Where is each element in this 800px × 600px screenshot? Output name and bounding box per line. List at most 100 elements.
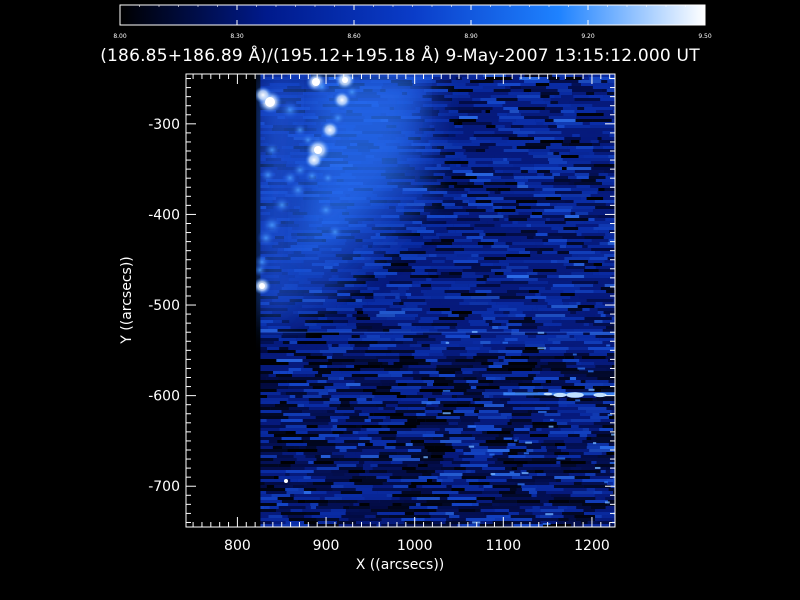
streak-cell bbox=[574, 170, 604, 173]
streak-cell bbox=[614, 332, 615, 335]
streak-cell bbox=[362, 305, 381, 308]
streak-cell bbox=[313, 461, 334, 464]
streak-cell bbox=[472, 503, 479, 506]
streak-cell bbox=[494, 425, 514, 428]
streak-cell bbox=[387, 506, 410, 509]
streak-cell bbox=[544, 173, 553, 176]
streak-cell bbox=[384, 368, 400, 371]
streak-cell bbox=[575, 212, 589, 215]
noise-speckle bbox=[472, 521, 481, 524]
streak-cell bbox=[370, 317, 387, 320]
streak-cell bbox=[569, 335, 575, 338]
streak-cell bbox=[306, 374, 315, 377]
streak-cell bbox=[552, 173, 560, 176]
streak-cell bbox=[499, 218, 505, 221]
streak-cell bbox=[269, 506, 279, 509]
streak-cell bbox=[494, 155, 511, 158]
streak-cell bbox=[282, 452, 297, 455]
streak-cell bbox=[367, 434, 397, 437]
streak-cell bbox=[590, 140, 599, 143]
streak-cell bbox=[391, 350, 415, 353]
streak-cell bbox=[260, 338, 279, 341]
streak-cell bbox=[523, 260, 551, 263]
streak-cell bbox=[483, 251, 509, 254]
streak-cell bbox=[321, 335, 352, 338]
streak-cell bbox=[528, 152, 548, 155]
streak-cell bbox=[494, 311, 504, 314]
streak-cell bbox=[539, 248, 554, 251]
streak-cell bbox=[494, 131, 513, 134]
streak-cell bbox=[460, 158, 468, 161]
streak-cell bbox=[594, 464, 615, 467]
streak-cell bbox=[512, 242, 536, 245]
streak-cell bbox=[462, 200, 470, 203]
streak-cell bbox=[568, 182, 575, 185]
streak-cell bbox=[595, 335, 602, 338]
streak-cell bbox=[505, 353, 522, 356]
streak-cell bbox=[434, 326, 450, 329]
streak-cell bbox=[420, 284, 432, 287]
streak-cell bbox=[421, 377, 446, 380]
streak-cell bbox=[317, 449, 340, 452]
streak-cell bbox=[416, 425, 438, 428]
streak-cell bbox=[595, 473, 615, 476]
streak-cell bbox=[331, 485, 344, 488]
streak-cell bbox=[400, 398, 429, 401]
streak-cell bbox=[260, 518, 289, 521]
streak-cell bbox=[594, 509, 615, 512]
streak-cell bbox=[260, 455, 277, 458]
streak-cell bbox=[598, 173, 608, 176]
streak-cell bbox=[589, 257, 608, 260]
streak-cell bbox=[446, 227, 474, 230]
streak-cell bbox=[475, 161, 493, 164]
streak-cell bbox=[527, 335, 537, 338]
streak-cell bbox=[546, 104, 571, 107]
streak-cell bbox=[567, 422, 594, 425]
streak-cell bbox=[498, 350, 523, 353]
streak-cell bbox=[586, 488, 595, 491]
streak-cell bbox=[513, 173, 538, 176]
streak-cell bbox=[509, 263, 539, 266]
streak-cell bbox=[470, 323, 490, 326]
streak-cell bbox=[332, 488, 356, 491]
streak-cell bbox=[556, 422, 568, 425]
streak-cell bbox=[399, 251, 426, 254]
streak-cell bbox=[392, 458, 421, 461]
streak-cell bbox=[607, 92, 615, 95]
streak-cell bbox=[307, 494, 335, 497]
streak-cell bbox=[611, 521, 615, 524]
streak-cell bbox=[515, 395, 527, 398]
streak-cell bbox=[500, 284, 526, 287]
streak-cell bbox=[527, 218, 546, 221]
streak-cell bbox=[282, 515, 288, 518]
streak-cell bbox=[613, 299, 615, 302]
streak-cell bbox=[439, 236, 467, 239]
streak-cell bbox=[337, 425, 356, 428]
streak-cell bbox=[480, 398, 490, 401]
streak-cell bbox=[419, 389, 447, 392]
streak-cell bbox=[553, 119, 576, 122]
streak-cell bbox=[395, 410, 425, 413]
streak-cell bbox=[527, 389, 534, 392]
streak-cell bbox=[473, 257, 485, 260]
streak-cell bbox=[598, 224, 615, 227]
streak-cell bbox=[437, 413, 465, 416]
streak-cell bbox=[581, 356, 606, 359]
streak-cell bbox=[531, 458, 550, 461]
streak-cell bbox=[356, 521, 386, 524]
streak-cell bbox=[445, 215, 458, 218]
noise-speckle bbox=[592, 442, 597, 445]
streak-cell bbox=[346, 314, 353, 317]
streak-cell bbox=[573, 329, 581, 332]
streak-cell bbox=[345, 512, 351, 515]
streak-cell bbox=[328, 500, 336, 503]
streak-cell bbox=[563, 470, 574, 473]
streak-cell bbox=[362, 479, 387, 482]
streak-cell bbox=[454, 185, 484, 188]
streak-cell bbox=[577, 254, 605, 257]
streak-cell bbox=[487, 101, 506, 104]
streak-cell bbox=[356, 464, 364, 467]
streak-cell bbox=[528, 374, 536, 377]
streak-cell bbox=[488, 164, 514, 167]
streak-cell bbox=[451, 485, 479, 488]
